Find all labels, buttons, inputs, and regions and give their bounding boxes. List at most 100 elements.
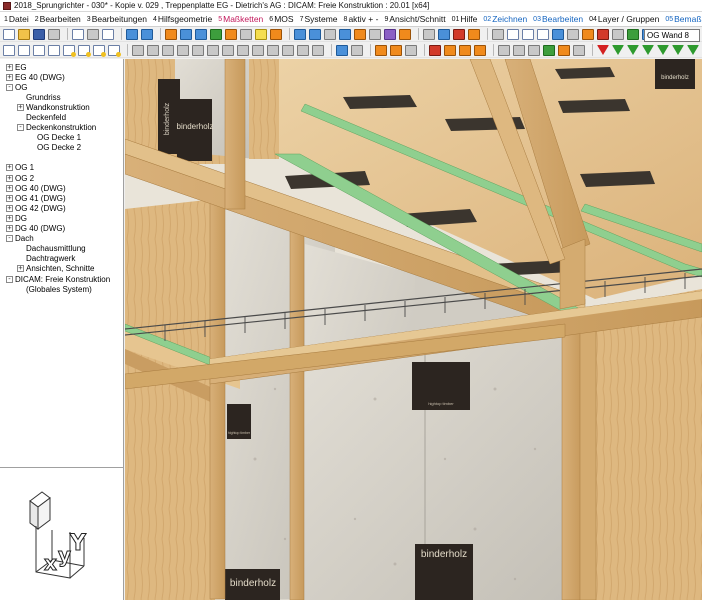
print-icon[interactable] — [48, 28, 60, 40]
tree-item[interactable]: + OG 1 — [2, 163, 123, 173]
connector-icon[interactable] — [252, 44, 264, 56]
panel-icon[interactable] — [147, 44, 159, 56]
tree-item[interactable]: + DG 40 (DWG) — [2, 224, 123, 234]
axis-navigator[interactable]: x y Y — [0, 467, 124, 600]
view-side-icon[interactable] — [195, 28, 207, 40]
mirror-icon[interactable] — [312, 44, 324, 56]
tree-item[interactable]: - OG — [2, 82, 123, 92]
menu-item[interactable]: 6 MOS — [267, 14, 297, 24]
tree-item[interactable]: - Deckenkonstruktion — [2, 123, 123, 133]
element-4-icon[interactable] — [48, 44, 60, 56]
paste-icon[interactable] — [102, 28, 114, 40]
tree-item[interactable]: (Globales System) — [2, 284, 123, 294]
menu-item[interactable]: 4 Hilfsgeometrie — [151, 14, 216, 24]
zoom-all-icon[interactable] — [339, 28, 351, 40]
view-bottom-icon[interactable] — [240, 28, 252, 40]
project-tree[interactable]: + EG + EG 40 (DWG) - OG Grundriss + Wandkonstruk… — [0, 59, 124, 467]
layer-select[interactable]: OG Wand 8 — [644, 29, 700, 42]
menu-item[interactable]: 9 Ansicht/Schnitt — [382, 14, 449, 24]
slab-icon[interactable] — [192, 44, 204, 56]
column-icon[interactable] — [162, 44, 174, 56]
layer-doc-1-icon[interactable] — [507, 28, 519, 40]
cut-icon[interactable] — [87, 28, 99, 40]
tree-item[interactable]: + OG 40 (DWG) — [2, 183, 123, 193]
element-7-icon[interactable] — [93, 44, 106, 57]
view-back-icon[interactable] — [225, 28, 237, 40]
marker-red-1-icon[interactable] — [597, 45, 609, 55]
marker-green-3-icon[interactable] — [642, 45, 654, 55]
expand-icon[interactable]: + — [17, 265, 24, 273]
expand-icon[interactable]: + — [6, 174, 13, 182]
measure-icon[interactable] — [423, 28, 435, 40]
open-folder-icon[interactable] — [18, 28, 30, 40]
expand-icon[interactable]: + — [6, 204, 13, 212]
expand-icon[interactable]: + — [6, 184, 13, 192]
save-icon[interactable] — [33, 28, 45, 40]
tool-a-icon[interactable] — [498, 44, 510, 56]
copy-icon[interactable] — [72, 28, 84, 40]
tree-item[interactable]: Dachtragwerk — [2, 254, 123, 264]
tree-item[interactable]: Dachausmittlung — [2, 244, 123, 254]
menu-item[interactable]: 7 Systeme — [298, 14, 342, 24]
expand-icon[interactable]: + — [6, 63, 13, 71]
layer-doc-2-icon[interactable] — [522, 28, 534, 40]
expand-icon[interactable]: + — [6, 225, 13, 233]
tree-item[interactable]: + DG — [2, 213, 123, 223]
tree-item[interactable]: + OG 41 (DWG) — [2, 193, 123, 203]
zoom-window-icon[interactable] — [324, 28, 336, 40]
view-top-icon[interactable] — [180, 28, 192, 40]
tree-item[interactable]: OG Decke 2 — [2, 143, 123, 153]
tool-c-icon[interactable] — [528, 44, 540, 56]
marker-green-5-icon[interactable] — [672, 45, 684, 55]
delete-icon[interactable] — [453, 28, 465, 40]
expand-icon[interactable]: + — [17, 103, 24, 111]
tree-item[interactable]: + EG — [2, 62, 123, 72]
render-icon[interactable] — [270, 28, 282, 40]
zoom-out-icon[interactable] — [309, 28, 321, 40]
timber-red-icon[interactable] — [429, 44, 441, 56]
pencil-icon[interactable] — [468, 28, 480, 40]
cylinder-icon[interactable] — [405, 44, 417, 56]
cut-tool-icon[interactable] — [297, 44, 309, 56]
menu-item[interactable]: 05Bemaßung — [663, 14, 702, 24]
home-view-icon[interactable] — [255, 28, 267, 40]
collapse-icon[interactable]: - — [17, 124, 24, 132]
pan-icon[interactable] — [354, 28, 366, 40]
element-1-icon[interactable] — [3, 44, 15, 56]
zoom-in-icon[interactable] — [294, 28, 306, 40]
tree-item[interactable]: - DICAM: Freie Konstruktion — [2, 274, 123, 284]
tool-d-icon[interactable] — [543, 44, 555, 56]
wall-icon[interactable] — [177, 44, 189, 56]
tree-item[interactable]: Deckenfeld — [2, 112, 123, 122]
layer-icon[interactable] — [384, 28, 396, 40]
menu-item[interactable]: 8 aktiv + - — [342, 14, 383, 24]
menu-item[interactable]: 03 Bearbeiten — [531, 14, 587, 24]
layer-color-icon[interactable] — [582, 28, 594, 40]
beam-icon[interactable] — [132, 44, 144, 56]
tree-item[interactable]: + OG 2 — [2, 173, 123, 183]
timber-orange-icon[interactable] — [444, 44, 456, 56]
menu-item[interactable]: 3 Bearbeitungen — [85, 14, 151, 24]
ungroup-icon[interactable] — [351, 44, 363, 56]
layer-settings-icon[interactable] — [612, 28, 624, 40]
group-icon[interactable] — [336, 44, 348, 56]
section-icon[interactable] — [438, 28, 450, 40]
element-5-icon[interactable] — [63, 44, 76, 57]
roof-icon[interactable] — [207, 44, 219, 56]
layer-doc-3-icon[interactable] — [537, 28, 549, 40]
marker-green-6-icon[interactable] — [687, 45, 699, 55]
tree-item[interactable]: + OG 42 (DWG) — [2, 203, 123, 213]
marker-green-2-icon[interactable] — [627, 45, 639, 55]
timber-beam-icon[interactable] — [459, 44, 471, 56]
expand-icon[interactable]: + — [6, 73, 13, 81]
3d-viewport[interactable]: binderholz binderholz hightop timber bin… — [125, 59, 702, 600]
view-front-icon[interactable] — [165, 28, 177, 40]
undo-icon[interactable] — [126, 28, 138, 40]
layer-up-icon[interactable] — [552, 28, 564, 40]
marker-green-4-icon[interactable] — [657, 45, 669, 55]
menu-item[interactable]: 04 Layer / Gruppen — [587, 14, 663, 24]
tree-item[interactable]: + EG 40 (DWG) — [2, 72, 123, 82]
sphere-icon[interactable] — [390, 44, 402, 56]
collapse-icon[interactable]: - — [6, 235, 13, 243]
menu-item[interactable]: 01 Hilfe — [450, 14, 482, 24]
